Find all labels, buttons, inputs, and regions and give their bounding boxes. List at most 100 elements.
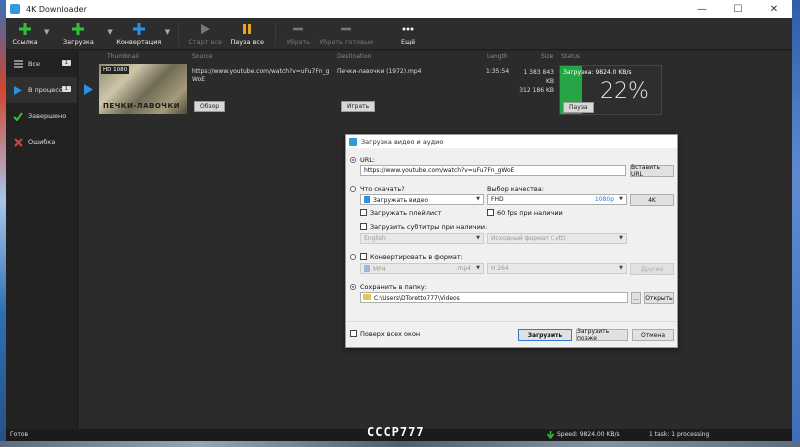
play-icon: [199, 20, 211, 38]
on-top-checkbox[interactable]: [350, 330, 357, 337]
convert-checkbox[interactable]: [360, 253, 367, 260]
pause-button[interactable]: Пауза: [563, 102, 594, 113]
convert-format-select[interactable]: MP4 .mp4 ▼: [360, 263, 484, 274]
play-icon: [12, 85, 24, 95]
minimize-button[interactable]: —: [684, 4, 720, 15]
plus-icon: [71, 20, 85, 38]
col-thumbnail[interactable]: Thumbnail: [107, 53, 139, 60]
subtitle-language-select[interactable]: English ▼: [360, 233, 484, 244]
download-icon: [349, 137, 357, 146]
watermark-text: СССР777: [367, 425, 425, 439]
minus-icon: [292, 20, 304, 38]
start-all-button[interactable]: Старт все: [187, 20, 223, 48]
title-bar: 4K Downloader — ☐ ✕: [6, 0, 792, 18]
play-icon[interactable]: [84, 84, 93, 95]
desktop-right-edge: [792, 0, 800, 447]
browse-button[interactable]: Обзор: [194, 101, 226, 112]
more-button[interactable]: Ещё: [394, 20, 422, 48]
sidebar-item-all[interactable]: Все 1: [6, 51, 77, 77]
playlist-label: Загружать плейлист: [370, 209, 442, 217]
window-title: 4K Downloader: [26, 4, 87, 14]
col-size[interactable]: Size: [541, 53, 553, 60]
save-path: C:\Users\DToretto777\Videos: [374, 295, 460, 302]
4k-button[interactable]: 4K: [630, 194, 674, 206]
url-section-radio[interactable]: [350, 157, 356, 163]
pause-all-label: Пауза все: [230, 38, 264, 46]
download-later-button[interactable]: Загрузить позже: [576, 328, 628, 342]
save-folder-label: Сохранить в папку:: [360, 283, 427, 291]
download-speed: Загрузка: 9824.0 KB/s: [563, 69, 632, 76]
pause-all-button[interactable]: Пауза все: [227, 20, 267, 48]
pause-icon: [241, 20, 253, 38]
sidebar-item-completed[interactable]: Завершено: [6, 103, 77, 129]
open-folder-button[interactable]: Открыть: [644, 292, 674, 304]
url-label: URL:: [360, 156, 376, 164]
chevron-down-icon: ▼: [619, 235, 623, 241]
col-destination[interactable]: Destination: [337, 53, 371, 60]
list-icon: [12, 60, 24, 68]
file-size: 1 383 843 KB 312 186 KB: [514, 68, 554, 95]
col-length[interactable]: Length: [487, 53, 508, 60]
other-formats-button[interactable]: Другие: [630, 263, 674, 275]
cancel-button[interactable]: Отмена: [632, 329, 674, 341]
quality-label: Выбор качества:: [487, 185, 544, 193]
close-button[interactable]: ✕: [756, 4, 792, 15]
what-to-download-select[interactable]: Загружать видео ▼: [360, 194, 484, 205]
download-row[interactable]: HD 1080 ПЕЧКИ-ЛАВОЧКИ https://www.youtub…: [79, 64, 792, 116]
video-length: 1:35:54: [486, 68, 510, 75]
source-url: https://www.youtube.com/watch?v=uFu7Fn_g…: [192, 68, 330, 83]
sidebar-item-label: Завершено: [28, 112, 67, 120]
fps60-checkbox[interactable]: [487, 209, 494, 216]
plus-icon: [132, 20, 146, 38]
convert-extension: .mp4: [455, 265, 471, 272]
sidebar-item-label: Все: [28, 60, 41, 68]
chevron-down-icon: ▼: [476, 235, 480, 241]
download-button[interactable]: Загрузка: [49, 20, 107, 48]
url-input[interactable]: https://www.youtube.com/watch?v=uFu7Fn_g…: [360, 165, 626, 176]
subtitles-label: Загрузить субтитры при наличии:: [370, 223, 488, 231]
convert-dropdown-arrow[interactable]: ▼: [165, 28, 170, 36]
maximize-button[interactable]: ☐: [720, 4, 756, 15]
progress-percent: 22%: [600, 79, 649, 104]
what-section-radio[interactable]: [350, 186, 356, 192]
quality-badge: HD 1080: [101, 66, 130, 74]
sidebar-item-label: В процессе: [28, 86, 67, 94]
save-path-input[interactable]: C:\Users\DToretto777\Videos: [360, 292, 628, 303]
browse-folder-button[interactable]: ...: [631, 292, 641, 304]
quality-value: FHD: [491, 196, 504, 203]
remove-done-button[interactable]: Убрать готовые: [318, 20, 374, 48]
col-status[interactable]: Status: [561, 53, 580, 60]
play-file-button[interactable]: Играть: [341, 101, 376, 112]
link-button[interactable]: Ссылка: [6, 20, 44, 48]
quality-select[interactable]: FHD 1080p ▼: [487, 194, 627, 205]
video-icon: [364, 196, 370, 203]
convert-button[interactable]: Конвертация: [113, 20, 165, 48]
paste-url-button[interactable]: Вставить URL: [630, 164, 674, 178]
subtitle-format: Исходный формат (.vtt): [491, 235, 566, 242]
checkmark-icon: [12, 111, 24, 121]
error-x-icon: [12, 137, 24, 147]
list-header: Thumbnail Source Destination Length Size…: [79, 51, 792, 62]
sidebar-item-label: Ошибка: [28, 138, 56, 146]
destination-file: Печки-лавочки (1972).mp4: [337, 68, 422, 75]
convert-section-radio[interactable]: [350, 254, 356, 260]
more-dots-icon: [402, 20, 414, 38]
subtitle-format-select[interactable]: Исходный формат (.vtt) ▼: [487, 233, 627, 244]
sidebar-item-error[interactable]: Ошибка: [6, 129, 77, 155]
col-source[interactable]: Source: [192, 53, 213, 60]
status-speed: Speed: 9824.00 KB/s: [557, 431, 620, 438]
chevron-down-icon: ▼: [619, 196, 623, 202]
sidebar: Все 1 В процессе 1 Завершено Ошибка: [6, 51, 78, 429]
start-all-label: Старт все: [188, 38, 223, 46]
sidebar-item-in-progress[interactable]: В процессе 1: [6, 77, 77, 103]
subtitles-checkbox[interactable]: [360, 223, 367, 230]
status-tasks: 1 task: 1 processing: [649, 431, 710, 438]
download-now-button[interactable]: Загрузить: [518, 329, 572, 341]
codec-select[interactable]: H.264 ▼: [487, 263, 627, 274]
quality-resolution: 1080p: [594, 196, 614, 203]
chevron-down-icon: ▼: [619, 265, 623, 271]
count-badge: 1: [61, 86, 71, 92]
save-section-radio[interactable]: [350, 284, 356, 290]
remove-button[interactable]: Убрать: [284, 20, 312, 48]
playlist-checkbox[interactable]: [360, 209, 367, 216]
